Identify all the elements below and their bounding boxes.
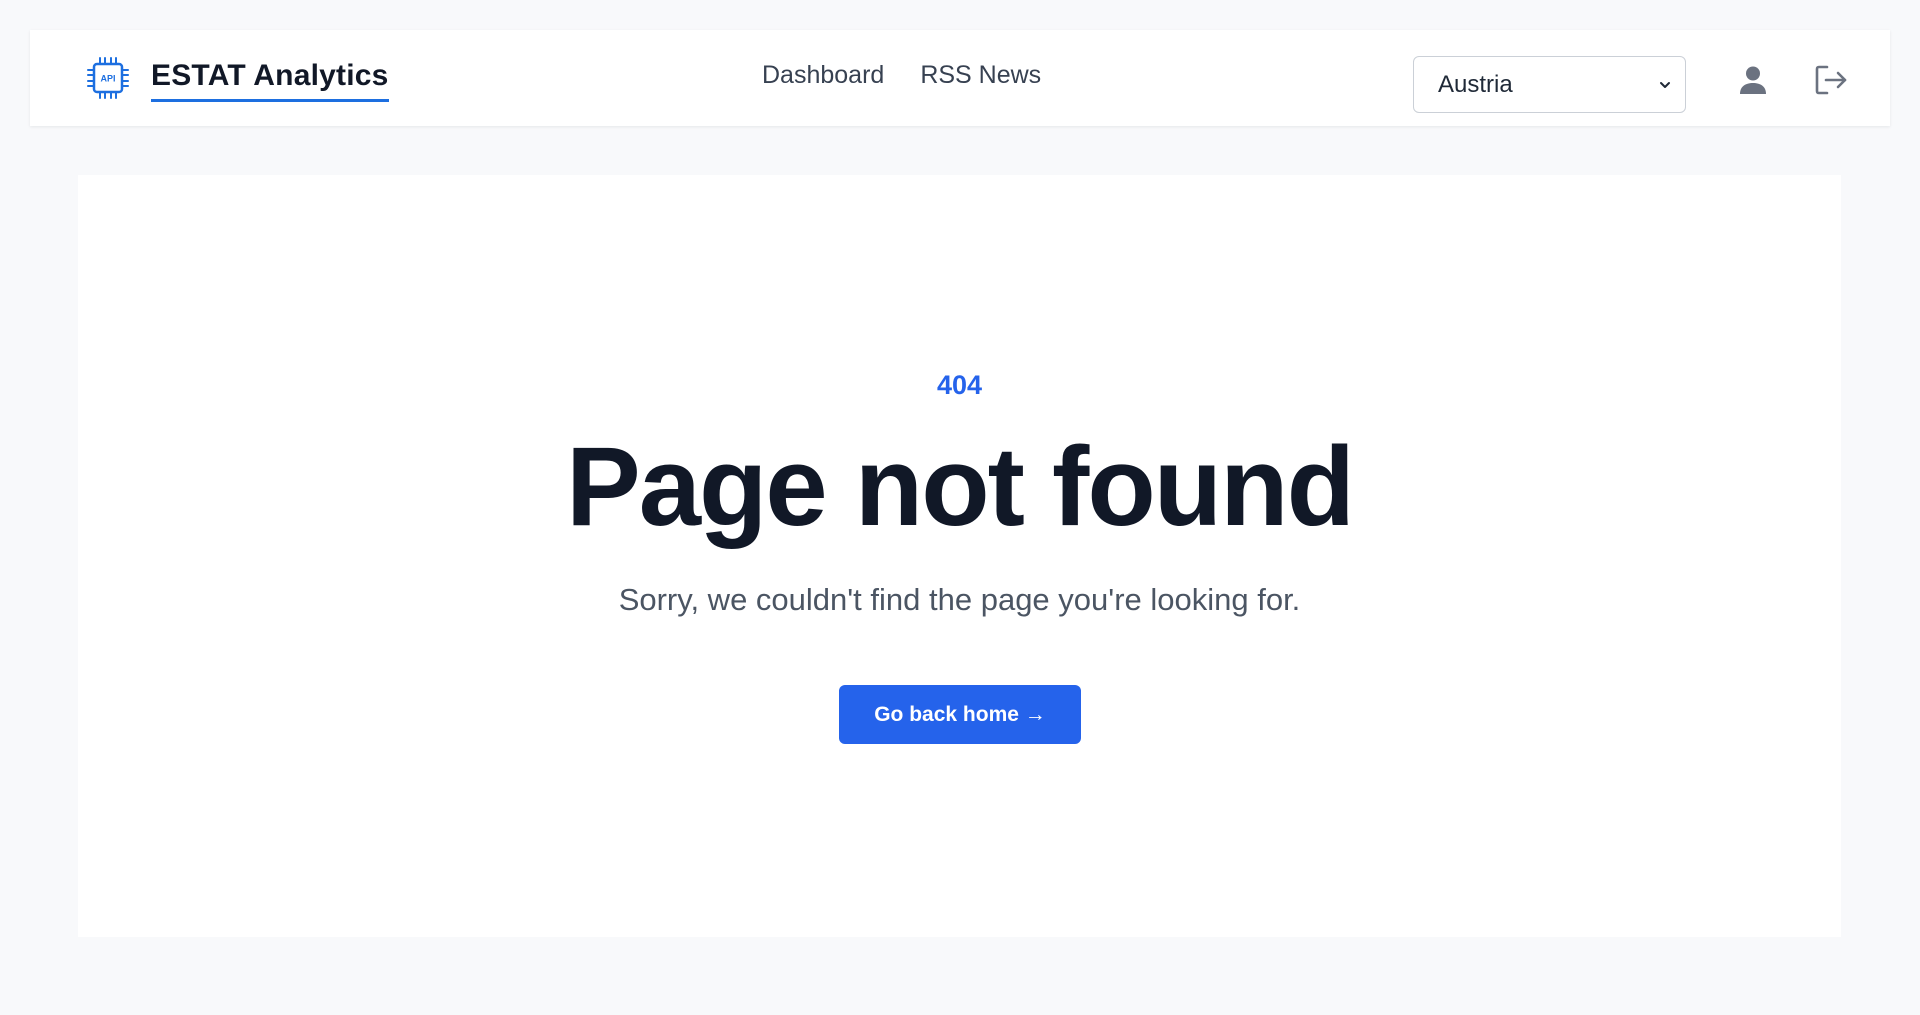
chip-api-icon: API xyxy=(85,55,131,101)
nav-link-rss-news[interactable]: RSS News xyxy=(920,61,1041,90)
country-select-value: Austria xyxy=(1438,70,1513,98)
top-navbar: API ESTAT Analytics Dashboard RSS News A… xyxy=(30,30,1890,126)
logout-icon[interactable] xyxy=(1811,60,1851,100)
country-select[interactable]: Austria xyxy=(1413,56,1686,113)
page-title: Page not found xyxy=(565,424,1355,549)
nav-link-dashboard[interactable]: Dashboard xyxy=(762,61,884,90)
chevron-down-icon xyxy=(1657,77,1673,93)
user-icon[interactable] xyxy=(1733,60,1773,100)
brand[interactable]: API ESTAT Analytics xyxy=(85,30,389,126)
svg-text:API: API xyxy=(100,74,115,84)
main-nav: Dashboard RSS News xyxy=(762,30,1041,120)
page-subtitle: Sorry, we couldn't find the page you're … xyxy=(618,582,1301,617)
brand-title: ESTAT Analytics xyxy=(151,59,389,102)
go-back-home-button[interactable]: Go back home → xyxy=(839,685,1081,744)
error-code: 404 xyxy=(936,370,983,400)
not-found-card: 404 Page not found Sorry, we couldn't fi… xyxy=(78,175,1841,937)
